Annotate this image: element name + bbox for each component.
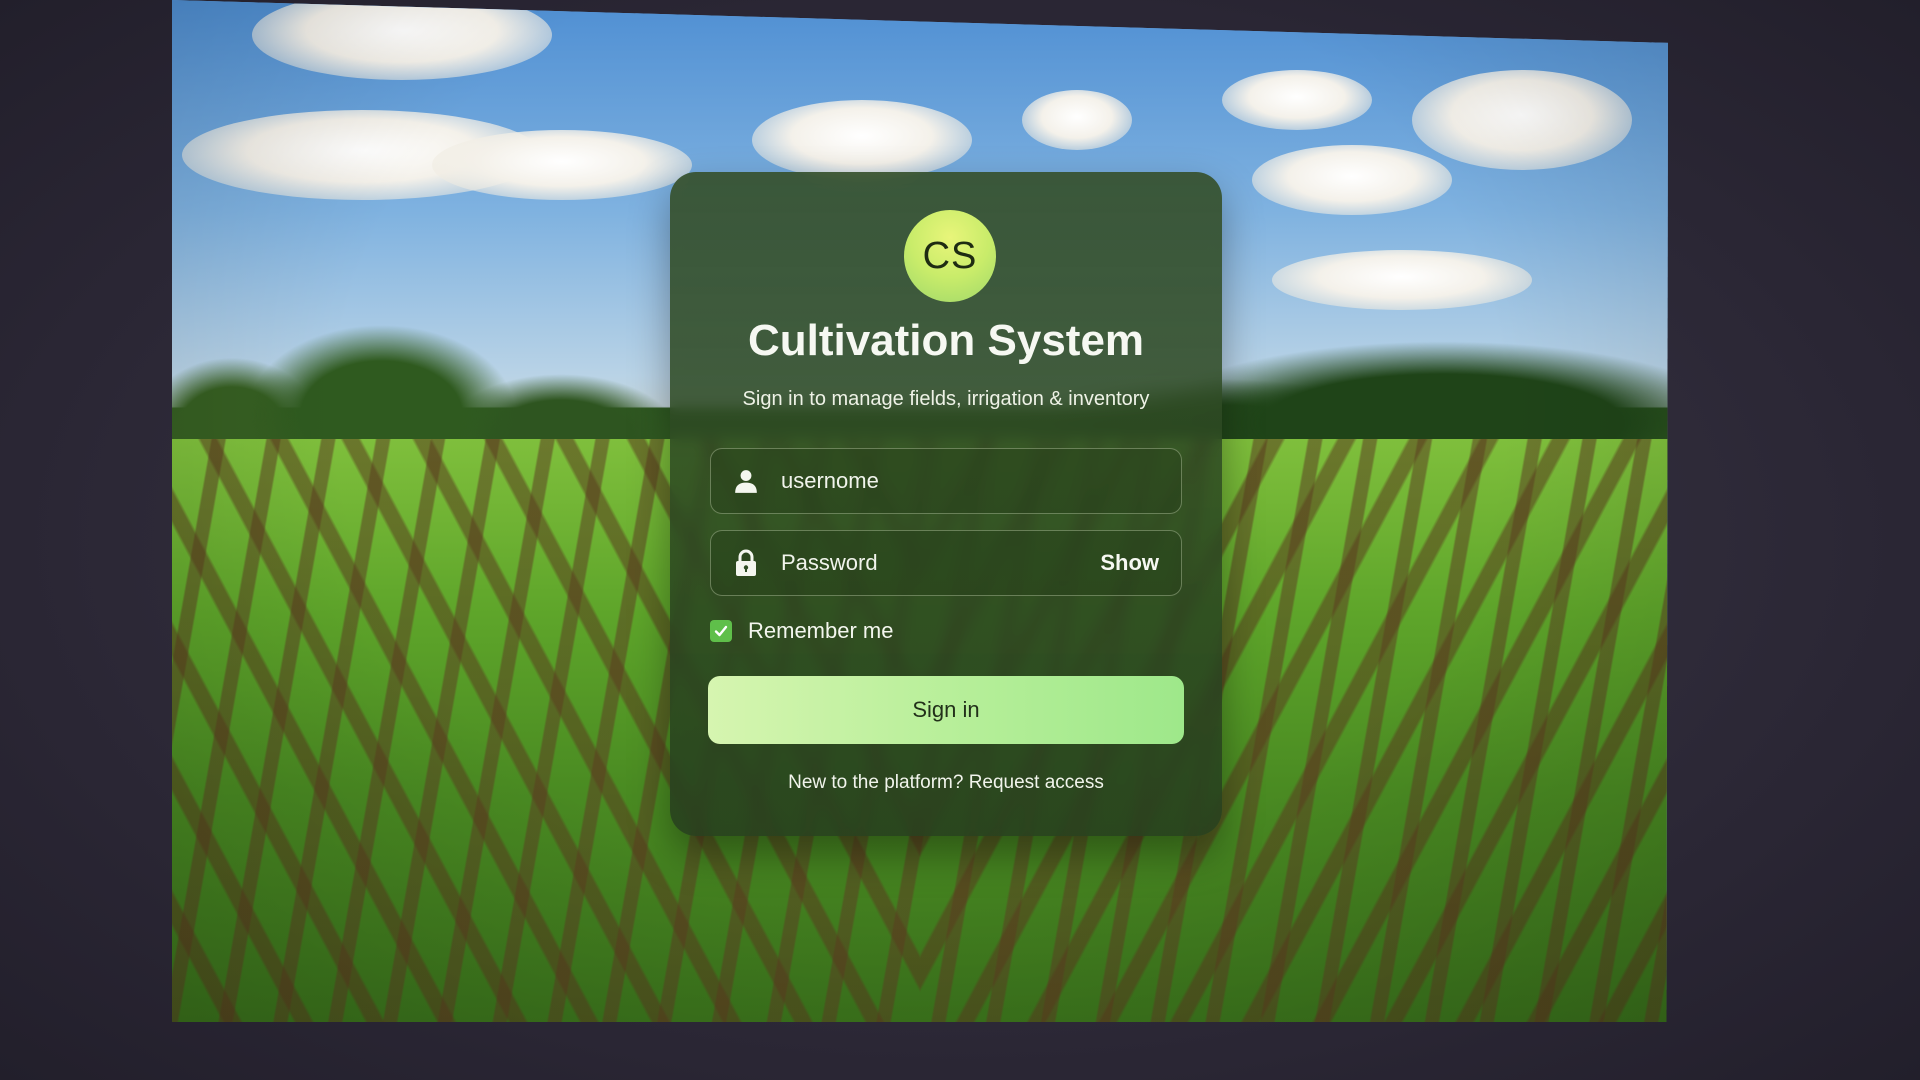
sign-in-button[interactable]: Sign in bbox=[708, 676, 1184, 744]
checkmark-icon bbox=[714, 625, 728, 637]
login-card: CS Cultivation System Sign in to manage … bbox=[670, 172, 1222, 836]
app-logo-avatar: CS bbox=[904, 210, 996, 302]
remember-checkbox[interactable] bbox=[710, 620, 732, 642]
show-password-button[interactable]: Show bbox=[1100, 550, 1159, 576]
request-access-link[interactable]: New to the platform? Request access bbox=[670, 772, 1222, 794]
app-title: Cultivation System bbox=[747, 316, 1145, 365]
app-subtitle: Sign in to manage fields, irrigation & i… bbox=[742, 388, 1150, 410]
password-input[interactable] bbox=[781, 550, 1101, 576]
username-input[interactable] bbox=[781, 468, 1181, 494]
lock-icon bbox=[711, 549, 781, 577]
remember-me[interactable]: Remember me bbox=[710, 618, 893, 644]
screen: CS Cultivation System Sign in to manage … bbox=[172, 0, 1668, 1022]
username-field[interactable] bbox=[710, 448, 1182, 514]
remember-label: Remember me bbox=[748, 618, 894, 643]
avatar-initials: CS bbox=[922, 234, 978, 277]
password-field[interactable]: Show bbox=[710, 530, 1182, 596]
user-icon bbox=[711, 468, 781, 494]
